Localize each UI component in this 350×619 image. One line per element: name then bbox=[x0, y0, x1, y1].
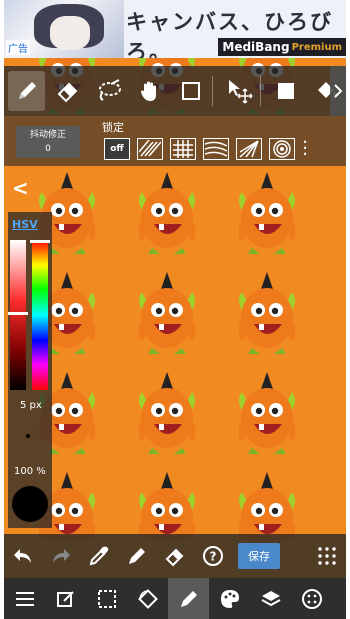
edit-icon bbox=[56, 590, 74, 607]
hue-marker[interactable] bbox=[30, 240, 50, 243]
eraser-icon bbox=[165, 548, 184, 567]
concentric-icon bbox=[273, 140, 291, 158]
snap-parallel-button[interactable] bbox=[137, 138, 163, 160]
grid-icon bbox=[173, 140, 193, 158]
ad-brand-badge: MediBang Premium bbox=[218, 38, 346, 56]
fill-square-icon bbox=[278, 83, 295, 99]
ad-label: 广告 bbox=[6, 40, 30, 55]
bottom-nav bbox=[4, 578, 346, 619]
snap-concentric-button[interactable] bbox=[269, 138, 295, 160]
snap-off-button[interactable]: off bbox=[104, 138, 130, 160]
pattern-monster-tile bbox=[132, 470, 202, 542]
brush-size-preview bbox=[26, 434, 30, 438]
brush-size-label[interactable]: 5 px bbox=[20, 400, 42, 411]
materials-button[interactable] bbox=[291, 578, 332, 619]
pen-icon bbox=[129, 548, 145, 564]
current-color-swatch[interactable] bbox=[12, 486, 48, 522]
move-tool-button[interactable] bbox=[220, 71, 257, 111]
main-menu-button[interactable] bbox=[4, 578, 45, 619]
snap-options: off bbox=[104, 138, 295, 160]
lasso-icon bbox=[98, 79, 121, 101]
pattern-monster-tile bbox=[132, 270, 202, 356]
opacity-label[interactable]: 100 % bbox=[14, 466, 46, 477]
stabilizer-label: 抖动修正 bbox=[29, 130, 66, 140]
help-button[interactable]: ? bbox=[194, 536, 232, 576]
lasso-tool-button[interactable] bbox=[90, 71, 127, 111]
eyedropper-icon bbox=[89, 546, 109, 566]
parallel-lines-icon bbox=[139, 140, 161, 157]
eyedropper-button[interactable] bbox=[80, 536, 118, 576]
pen-switch-button[interactable] bbox=[118, 536, 156, 576]
material-icon bbox=[301, 588, 322, 609]
snap-perspective-button[interactable] bbox=[236, 138, 262, 160]
app-screen: キャンバス、ひろびろ。 广告 MediBang Premium 抖动修正 0 锁… bbox=[4, 0, 346, 619]
hamburger-icon bbox=[15, 591, 34, 606]
rectangle-icon bbox=[181, 82, 200, 100]
layers-icon bbox=[261, 590, 280, 606]
fill-rectangle-tool-button[interactable] bbox=[268, 71, 305, 111]
brush-panel-button[interactable] bbox=[168, 578, 209, 619]
pen-tool-button[interactable] bbox=[8, 71, 46, 111]
saturation-value-slider[interactable] bbox=[10, 240, 26, 390]
toolbar-divider bbox=[260, 76, 261, 106]
tool-toolbar bbox=[4, 66, 346, 116]
snap-grid-button[interactable] bbox=[170, 138, 196, 160]
grid-dots-icon bbox=[318, 547, 336, 565]
move-icon bbox=[228, 80, 253, 104]
pattern-monster-tile bbox=[232, 470, 302, 542]
pattern-monster-tile bbox=[132, 170, 202, 256]
color-palette-button[interactable] bbox=[209, 578, 250, 619]
help-icon: ? bbox=[203, 546, 223, 566]
ad-banner[interactable]: キャンバス、ひろびろ。 广告 MediBang Premium bbox=[4, 0, 346, 58]
collapse-panel-icon[interactable]: < bbox=[12, 176, 29, 200]
toolbar-expand-button[interactable] bbox=[330, 66, 346, 116]
pattern-monster-tile bbox=[232, 370, 302, 456]
toolbar-divider bbox=[212, 76, 213, 106]
rectangle-tool-button[interactable] bbox=[172, 71, 209, 111]
palette-icon bbox=[220, 589, 239, 608]
perspective-icon bbox=[239, 140, 259, 158]
hand-tool-button[interactable] bbox=[131, 71, 168, 111]
eraser-icon bbox=[57, 82, 77, 103]
hue-slider[interactable] bbox=[32, 240, 48, 390]
eraser-switch-button[interactable] bbox=[156, 536, 194, 576]
curve-lines-icon bbox=[205, 141, 227, 157]
undo-icon bbox=[14, 549, 31, 563]
pattern-monster-tile bbox=[232, 170, 302, 256]
transform-button[interactable] bbox=[127, 578, 168, 619]
hand-icon bbox=[140, 81, 156, 101]
undo-button[interactable] bbox=[4, 536, 42, 576]
stabilizer-control[interactable]: 抖动修正 0 bbox=[16, 126, 80, 158]
eraser-tool-button[interactable] bbox=[49, 71, 86, 111]
snap-lock-label: 锁定 bbox=[102, 121, 124, 134]
chevron-right-icon bbox=[334, 84, 343, 98]
action-bar: ? 保存 bbox=[4, 534, 346, 578]
edit-button[interactable] bbox=[45, 578, 86, 619]
stabilizer-value: 0 bbox=[45, 144, 51, 154]
menu-grid-button[interactable] bbox=[308, 536, 346, 576]
selection-button[interactable] bbox=[86, 578, 127, 619]
selection-icon bbox=[97, 589, 116, 608]
svg-text:?: ? bbox=[210, 550, 217, 564]
tool-options-bar: 抖动修正 0 锁定 off · · · bbox=[4, 116, 346, 166]
ad-brand-name: MediBang bbox=[222, 40, 290, 54]
more-options-icon[interactable]: · · · bbox=[302, 134, 308, 164]
color-mode-button[interactable]: HSV bbox=[12, 218, 38, 231]
ad-brand-suffix: Premium bbox=[291, 41, 342, 53]
redo-icon bbox=[53, 549, 70, 563]
transform-icon bbox=[137, 588, 158, 609]
snap-curve-button[interactable] bbox=[203, 138, 229, 160]
layers-button[interactable] bbox=[250, 578, 291, 619]
saturation-marker[interactable] bbox=[8, 312, 28, 315]
save-button[interactable]: 保存 bbox=[238, 543, 280, 569]
pattern-monster-tile bbox=[132, 370, 202, 456]
redo-button[interactable] bbox=[42, 536, 80, 576]
pattern-monster-tile bbox=[232, 270, 302, 356]
color-panel: HSV 5 px 100 % bbox=[8, 212, 52, 528]
pen-icon bbox=[180, 590, 197, 607]
pen-icon bbox=[18, 82, 36, 99]
